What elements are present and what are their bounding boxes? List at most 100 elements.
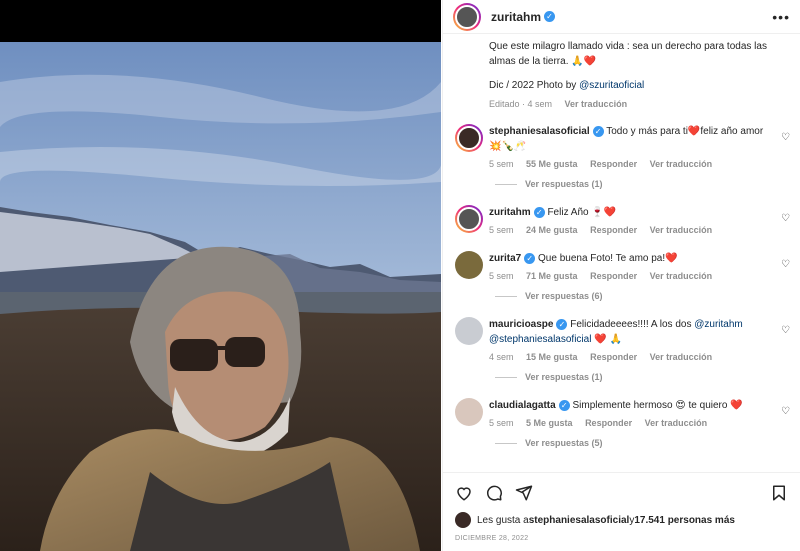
comment-time: 4 sem xyxy=(489,352,514,362)
replies-label: Ver respuestas (1) xyxy=(525,372,603,382)
comment: zuritahm ✓ Feliz Año 🍷❤️ 5 sem 24 Me gust… xyxy=(443,205,800,235)
comment-likes-link[interactable]: 71 Me gusta xyxy=(526,271,578,281)
caption-line-1: Que este milagro llamado vida : sea un d… xyxy=(489,41,767,52)
verified-icon: ✓ xyxy=(592,125,604,137)
comment-meta: 5 sem 55 Me gusta Responder Ver traducci… xyxy=(489,159,772,169)
comments-scroll[interactable]: Que este milagro llamado vida : sea un d… xyxy=(443,35,800,472)
view-replies-link[interactable]: Ver respuestas (1) xyxy=(443,179,800,189)
caption-line-2: almas de la tierra. 🙏❤️ xyxy=(489,56,597,67)
translate-link[interactable]: Ver traducción xyxy=(650,271,713,281)
comment: zurita7 ✓ Que buena Foto! Te amo pa!❤️ 5 … xyxy=(443,251,800,281)
comment-meta: 5 sem 24 Me gusta Responder Ver traducci… xyxy=(489,225,772,235)
post-photo xyxy=(0,42,441,551)
comment-body-end: ❤️ 🙏 xyxy=(591,334,622,345)
view-replies-link[interactable]: Ver respuestas (1) xyxy=(443,372,800,382)
replies-label: Ver respuestas (5) xyxy=(525,438,603,448)
likes-prefix: Les gusta a xyxy=(477,514,529,526)
comment-text: stephaniesalasoficial ✓ Todo y más para t… xyxy=(489,124,772,154)
small-heart-icon[interactable]: ♡ xyxy=(781,132,790,143)
comment-time: 5 sem xyxy=(489,271,514,281)
action-bar xyxy=(443,472,800,512)
liker-username[interactable]: stephaniesalasoficial xyxy=(529,515,630,526)
comment-mention-link[interactable]: @zuritahm xyxy=(694,319,743,330)
commenter-avatar[interactable] xyxy=(455,251,483,279)
post-date: DICIEMBRE 28, 2022 xyxy=(455,535,529,542)
likes-count-link[interactable]: 17.541 personas más xyxy=(634,515,735,526)
comment-meta: 5 sem 71 Me gusta Responder Ver traducci… xyxy=(489,271,772,281)
more-options-icon[interactable]: ••• xyxy=(772,9,790,25)
comment-likes-link[interactable]: 5 Me gusta xyxy=(526,418,573,428)
caption-meta: Editado · 4 sem Ver traducción xyxy=(489,97,788,112)
caption-credit: Dic / 2022 Photo by @szuritaoficial xyxy=(489,78,788,93)
view-replies-link[interactable]: Ver respuestas (5) xyxy=(443,438,800,448)
caption-edited: Editado · 4 sem xyxy=(489,99,553,109)
author-avatar[interactable] xyxy=(453,2,481,31)
view-replies-link[interactable]: Ver respuestas (6) xyxy=(443,291,800,301)
comment-mention-link[interactable]: @stephaniesalasoficial xyxy=(489,334,591,345)
share-icon[interactable] xyxy=(515,484,533,502)
comment-text: zurita7 ✓ Que buena Foto! Te amo pa!❤️ xyxy=(489,251,772,266)
comment-icon[interactable] xyxy=(485,484,503,502)
comment-likes-link[interactable]: 55 Me gusta xyxy=(526,159,578,169)
comment-body: Felicidadeeees!!!! A los dos xyxy=(570,319,695,330)
comment-text: mauricioaspe ✓ Felicidadeeees!!!! A los d… xyxy=(489,317,772,347)
small-heart-icon[interactable]: ♡ xyxy=(781,259,790,270)
commenter-avatar[interactable] xyxy=(455,317,483,345)
comment-body: Feliz Año 🍷❤️ xyxy=(547,207,617,218)
comment-time: 5 sem xyxy=(489,225,514,235)
post-panel: zuritahm ✓ ••• Que este milagro llamado … xyxy=(442,0,800,551)
post-media[interactable] xyxy=(0,0,441,551)
comment-meta: 5 sem 5 Me gusta Responder Ver traducció… xyxy=(489,418,772,428)
commenter-avatar[interactable] xyxy=(455,124,483,152)
reply-button[interactable]: Responder xyxy=(590,225,637,235)
comment: stephaniesalasoficial ✓ Todo y más para t… xyxy=(443,124,800,169)
small-heart-icon[interactable]: ♡ xyxy=(781,325,790,336)
replies-divider xyxy=(495,183,517,185)
replies-label: Ver respuestas (6) xyxy=(525,291,603,301)
comment-time: 5 sem xyxy=(489,418,514,428)
likes-summary: Les gusta a stephaniesalasoficial y 17.5… xyxy=(455,512,788,528)
comment: claudialagatta ✓ Simplemente hermoso 😍 te… xyxy=(443,398,800,428)
translate-link[interactable]: Ver traducción xyxy=(650,352,713,362)
verified-icon: ✓ xyxy=(558,399,570,411)
translate-link[interactable]: Ver traducción xyxy=(650,159,713,169)
post-header: zuritahm ✓ ••• xyxy=(443,0,800,34)
author-username[interactable]: zuritahm xyxy=(491,10,541,24)
commenter-username[interactable]: zuritahm xyxy=(489,207,531,218)
commenter-username[interactable]: stephaniesalasoficial xyxy=(489,126,590,137)
replies-divider xyxy=(495,295,517,297)
reply-button[interactable]: Responder xyxy=(590,271,637,281)
credit-prefix: Dic / 2022 Photo by xyxy=(489,80,580,91)
comment-body: Simplemente hermoso 😍 te quiero ❤️ xyxy=(572,400,743,411)
translate-link[interactable]: Ver traducción xyxy=(645,418,708,428)
heart-icon[interactable] xyxy=(455,484,473,502)
commenter-username[interactable]: zurita7 xyxy=(489,253,521,264)
replies-label: Ver respuestas (1) xyxy=(525,179,603,189)
verified-icon: ✓ xyxy=(544,11,556,22)
translate-link[interactable]: Ver traducción xyxy=(650,225,713,235)
verified-icon: ✓ xyxy=(556,318,568,330)
liker-avatar[interactable] xyxy=(455,512,471,528)
credit-mention-link[interactable]: @szuritaoficial xyxy=(579,80,644,91)
replies-divider xyxy=(495,376,517,378)
comment-text: claudialagatta ✓ Simplemente hermoso 😍 te… xyxy=(489,398,772,413)
replies-divider xyxy=(495,442,517,444)
caption-translate-link[interactable]: Ver traducción xyxy=(565,99,628,109)
comment: mauricioaspe ✓ Felicidadeeees!!!! A los d… xyxy=(443,317,800,362)
reply-button[interactable]: Responder xyxy=(585,418,632,428)
commenter-avatar[interactable] xyxy=(455,205,483,233)
bookmark-icon[interactable] xyxy=(770,484,788,502)
comment-meta: 4 sem 15 Me gusta Responder Ver traducci… xyxy=(489,352,772,362)
comment-text: zuritahm ✓ Feliz Año 🍷❤️ xyxy=(489,205,772,220)
comment-likes-link[interactable]: 15 Me gusta xyxy=(526,352,578,362)
comment-likes-link[interactable]: 24 Me gusta xyxy=(526,225,578,235)
small-heart-icon[interactable]: ♡ xyxy=(781,406,790,417)
comment-time: 5 sem xyxy=(489,159,514,169)
post-caption: Que este milagro llamado vida : sea un d… xyxy=(443,35,800,112)
commenter-username[interactable]: claudialagatta xyxy=(489,400,556,411)
commenter-avatar[interactable] xyxy=(455,398,483,426)
commenter-username[interactable]: mauricioaspe xyxy=(489,319,553,330)
small-heart-icon[interactable]: ♡ xyxy=(781,213,790,224)
reply-button[interactable]: Responder xyxy=(590,159,637,169)
reply-button[interactable]: Responder xyxy=(590,352,637,362)
